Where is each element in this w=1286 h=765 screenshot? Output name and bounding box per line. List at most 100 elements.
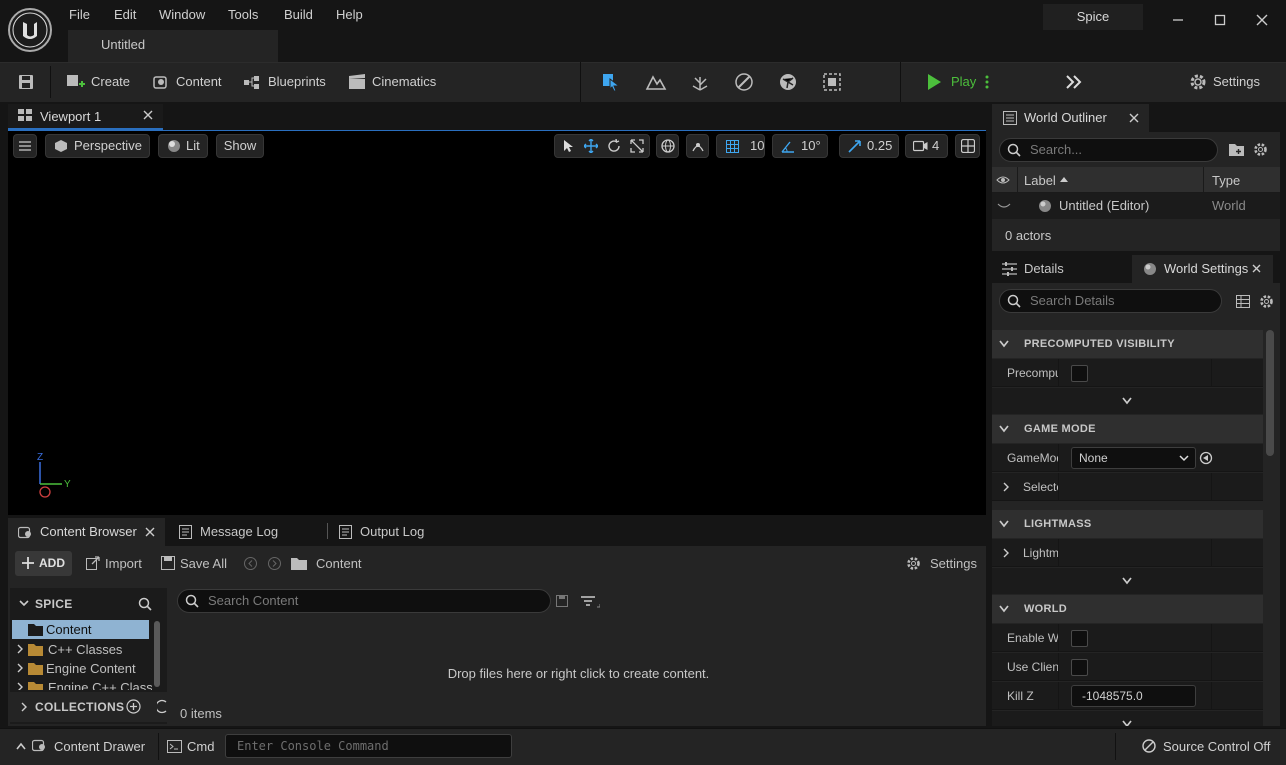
- scale-snap-button[interactable]: 0.25: [839, 134, 899, 158]
- sources-scrollbar[interactable]: [154, 621, 160, 687]
- content-button[interactable]: Content: [176, 74, 222, 89]
- settings-icon[interactable]: [1187, 72, 1209, 92]
- landscape-mode-icon[interactable]: [645, 71, 667, 93]
- viewport-layout-icon[interactable]: [955, 134, 980, 158]
- cinematics-button[interactable]: Cinematics: [372, 74, 436, 89]
- blueprints-icon[interactable]: [241, 72, 263, 92]
- category-precomputed-visibility[interactable]: PRECOMPUTED VISIBILITY: [992, 330, 1263, 358]
- content-icon[interactable]: [151, 72, 173, 92]
- menu-edit[interactable]: Edit: [114, 7, 136, 23]
- tab-content-browser[interactable]: Content Browser: [8, 518, 165, 546]
- viewport-menu-icon[interactable]: [13, 134, 37, 158]
- import-button[interactable]: Import: [105, 556, 142, 571]
- create-icon[interactable]: [64, 72, 86, 92]
- viewport-canvas[interactable]: [8, 131, 986, 515]
- rotation-snap-button[interactable]: 10°: [772, 134, 828, 158]
- close-tab-icon[interactable]: [143, 110, 153, 120]
- tab-details[interactable]: Details: [992, 255, 1131, 283]
- enable-world-checkbox[interactable]: [1071, 630, 1088, 647]
- save-all-button[interactable]: Save All: [180, 556, 227, 571]
- more-tools-icon[interactable]: [1063, 72, 1085, 92]
- add-collection-icon[interactable]: [126, 699, 141, 714]
- translate-icon[interactable]: [584, 139, 598, 153]
- surface-snap-icon[interactable]: [686, 134, 709, 158]
- menu-build[interactable]: Build: [284, 7, 313, 23]
- type-column-header[interactable]: Type: [1212, 173, 1240, 188]
- search-icon[interactable]: [138, 597, 152, 611]
- close-tab-icon[interactable]: [1252, 264, 1261, 273]
- scale-icon[interactable]: [630, 139, 644, 153]
- tree-item[interactable]: C++ Classes: [12, 640, 152, 659]
- blueprints-button[interactable]: Blueprints: [268, 74, 326, 89]
- label-column-header[interactable]: Label: [1024, 173, 1056, 188]
- forward-icon[interactable]: [268, 557, 281, 570]
- perspective-button[interactable]: Perspective: [45, 134, 150, 158]
- menu-window[interactable]: Window: [159, 7, 205, 23]
- viewport-tab[interactable]: Viewport 1: [8, 104, 163, 130]
- category-lightmass[interactable]: LIGHTMASS: [992, 510, 1263, 538]
- reset-icon[interactable]: [1199, 451, 1213, 465]
- menu-tools[interactable]: Tools: [228, 7, 258, 23]
- tab-output-log[interactable]: Output Log: [330, 518, 450, 546]
- select-mode-icon[interactable]: [600, 71, 622, 93]
- tab-world-outliner[interactable]: World Outliner: [992, 104, 1149, 132]
- filter-icon[interactable]: [580, 595, 600, 609]
- path-content[interactable]: Content: [316, 556, 362, 571]
- maximize-icon[interactable]: [1210, 10, 1230, 30]
- details-search-input[interactable]: Search Details: [999, 289, 1222, 313]
- lit-button[interactable]: Lit: [158, 134, 208, 158]
- document-tab[interactable]: Untitled: [68, 30, 278, 62]
- visibility-eye-icon[interactable]: [996, 175, 1010, 185]
- unreal-logo-icon[interactable]: [8, 8, 52, 52]
- foliage-mode-icon[interactable]: [689, 71, 711, 93]
- select-arrow-icon[interactable]: [561, 139, 575, 153]
- play-icon[interactable]: [925, 72, 943, 92]
- menu-help[interactable]: Help: [336, 7, 363, 23]
- search-content-input[interactable]: Search Content: [177, 589, 551, 613]
- minimize-icon[interactable]: [1168, 10, 1188, 30]
- category-world[interactable]: WORLD: [992, 595, 1263, 623]
- grid-snap-button[interactable]: 10: [716, 134, 765, 158]
- category-game-mode[interactable]: GAME MODE: [992, 415, 1263, 443]
- tab-message-log[interactable]: Message Log: [166, 518, 326, 546]
- settings-button[interactable]: Settings: [1213, 74, 1260, 89]
- collections-header[interactable]: COLLECTIONS: [10, 692, 167, 722]
- rotate-icon[interactable]: [607, 139, 621, 153]
- outliner-row[interactable]: Untitled (Editor) World: [992, 193, 1280, 219]
- camera-speed-button[interactable]: 4: [905, 134, 948, 158]
- kill-z-input[interactable]: -1048575.0: [1071, 685, 1196, 707]
- tree-item[interactable]: Engine C++ Classe: [12, 678, 152, 690]
- close-tab-icon[interactable]: [1129, 113, 1139, 123]
- brush-edit-mode-icon[interactable]: [821, 71, 843, 93]
- source-control-button[interactable]: Source Control Off: [1163, 739, 1270, 754]
- show-button[interactable]: Show: [216, 134, 264, 158]
- add-folder-icon[interactable]: [1229, 143, 1244, 156]
- close-tab-icon[interactable]: [145, 527, 155, 537]
- details-settings-icon[interactable]: [1259, 294, 1274, 309]
- play-button[interactable]: Play: [951, 74, 976, 89]
- play-options-icon[interactable]: [982, 72, 992, 92]
- cinematics-icon[interactable]: [346, 72, 368, 92]
- mesh-paint-mode-icon[interactable]: [733, 71, 755, 93]
- fracture-mode-icon[interactable]: [777, 71, 799, 93]
- gamemode-dropdown[interactable]: None: [1071, 447, 1196, 469]
- tree-item-selected[interactable]: Content: [12, 620, 149, 639]
- refresh-icon[interactable]: [157, 699, 167, 714]
- property-matrix-icon[interactable]: [1236, 295, 1250, 308]
- cb-settings-button[interactable]: Settings: [930, 556, 977, 571]
- world-local-icon[interactable]: [656, 134, 679, 158]
- advanced-expander[interactable]: [992, 711, 1263, 726]
- advanced-expander[interactable]: [992, 568, 1263, 594]
- collapse-chevron-icon[interactable]: [19, 598, 29, 608]
- menu-file[interactable]: File: [69, 7, 90, 23]
- advanced-expander[interactable]: [992, 388, 1263, 414]
- tab-world-settings[interactable]: World Settings: [1132, 255, 1273, 283]
- cmd-dropdown[interactable]: Cmd: [187, 739, 214, 754]
- property-row[interactable]: Lightm: [992, 539, 1263, 567]
- details-scrollbar[interactable]: [1266, 330, 1274, 456]
- save-search-icon[interactable]: [556, 595, 568, 607]
- outliner-search-input[interactable]: Search...: [999, 138, 1218, 162]
- back-icon[interactable]: [244, 557, 257, 570]
- add-button[interactable]: ADD: [15, 551, 72, 576]
- content-drawer-button[interactable]: Content Drawer: [6, 733, 154, 760]
